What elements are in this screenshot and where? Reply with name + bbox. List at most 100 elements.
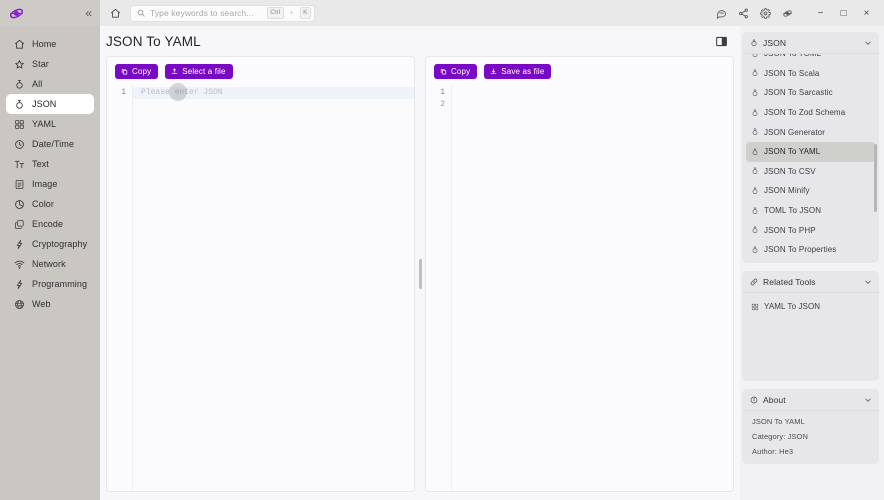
- output-code-area[interactable]: 12: [426, 85, 733, 491]
- search-placeholder: Type keywords to search...: [150, 8, 254, 18]
- sidebar-item-image[interactable]: Image: [6, 174, 94, 194]
- window-controls: − □ ×: [809, 3, 878, 24]
- sidebar-item-label: Image: [32, 179, 58, 189]
- title-bar: « Type keywords to search... Ctrl + K − …: [0, 0, 884, 26]
- app-body: Home Star All JSON YAML Date/Time Text Image Col…: [0, 26, 884, 500]
- output-line-gutter: 12: [426, 85, 452, 491]
- tool-item-json-to-php[interactable]: JSON To PHP: [746, 220, 875, 240]
- category-card-header[interactable]: JSON: [742, 32, 879, 54]
- category-tool-list-inner: JSON To TOML JSON To Scala JSON To Sarcast…: [742, 54, 879, 260]
- related-tool-yaml-to-json[interactable]: YAML To JSON: [746, 297, 875, 317]
- sidebar: Home Star All JSON YAML Date/Time Text Image Col…: [0, 26, 100, 500]
- sidebar-item-programming[interactable]: Programming: [6, 274, 94, 294]
- output-editor-panel: Copy Save as file 1 2: [425, 56, 734, 492]
- related-tool-label: YAML To JSON: [764, 302, 821, 312]
- sidebar-item-color[interactable]: Color: [6, 194, 94, 214]
- json-icon: [751, 89, 759, 97]
- he3-logo-icon[interactable]: [777, 3, 798, 23]
- about-header[interactable]: About: [742, 389, 879, 411]
- output-copy-button[interactable]: Copy: [434, 63, 478, 79]
- tool-item-json-to-toml[interactable]: JSON To TOML: [746, 54, 875, 64]
- tool-item-json-to-zod-schema[interactable]: JSON To Zod Schema: [746, 103, 875, 123]
- tool-item-json-to-sarcastic[interactable]: JSON To Sarcastic: [746, 83, 875, 103]
- search-input[interactable]: Type keywords to search... Ctrl + K: [130, 4, 315, 22]
- input-line-gutter: 1: [107, 85, 133, 491]
- json-icon: [751, 207, 759, 215]
- sidebar-item-label: All: [32, 79, 43, 89]
- editor-pair: Copy Select a file 1 Please enter JSON C…: [100, 56, 740, 492]
- tool-item-toml-to-json[interactable]: TOML To JSON: [746, 201, 875, 221]
- tool-item-json-to-yaml[interactable]: JSON To YAML: [746, 141, 875, 162]
- about-title: About: [763, 394, 786, 405]
- sidebar-item-json[interactable]: JSON: [6, 94, 94, 114]
- sidebar-item-yaml[interactable]: YAML: [6, 114, 94, 134]
- related-tools-list: YAML To JSON: [742, 293, 879, 381]
- chevron-double-left-icon[interactable]: «: [85, 7, 92, 19]
- input-editor-panel: Copy Select a file 1 Please enter JSON: [106, 56, 415, 492]
- clock-icon: [14, 139, 25, 150]
- code-icon: [14, 279, 25, 290]
- tool-item-label: JSON Generator: [764, 127, 825, 137]
- input-placeholder-line: Please enter JSON: [133, 87, 414, 99]
- category-tool-list[interactable]: JSON To TOML JSON To Scala JSON To Sarcast…: [742, 54, 879, 263]
- text-icon: [14, 159, 25, 170]
- gear-icon[interactable]: [755, 3, 776, 23]
- search-shortcut-mod: Ctrl: [266, 7, 284, 19]
- maximize-button[interactable]: □: [832, 3, 855, 24]
- feedback-icon[interactable]: [711, 3, 732, 23]
- json-icon: [751, 109, 759, 117]
- link-icon: [750, 278, 758, 286]
- json-icon: [751, 148, 759, 156]
- output-code-body[interactable]: [452, 85, 733, 491]
- panel-toggle-icon[interactable]: [712, 32, 730, 50]
- select-file-button[interactable]: Select a file: [165, 63, 233, 79]
- titlebar-icon-group: [711, 3, 798, 23]
- close-button[interactable]: ×: [855, 3, 878, 24]
- chevron-down-icon[interactable]: [864, 39, 872, 47]
- tool-item-json-minify[interactable]: JSON Minify: [746, 181, 875, 201]
- minimize-button[interactable]: −: [809, 3, 832, 24]
- sidebar-item-date-time[interactable]: Date/Time: [6, 134, 94, 154]
- key-icon: [14, 239, 25, 250]
- page-title: JSON To YAML: [106, 33, 201, 49]
- input-copy-button[interactable]: Copy: [115, 63, 159, 79]
- splitter-grip[interactable]: [418, 259, 422, 289]
- globe-icon: [14, 299, 25, 310]
- input-code-area[interactable]: 1 Please enter JSON: [107, 83, 414, 491]
- tool-list-scrollbar[interactable]: [874, 144, 877, 212]
- sidebar-item-text[interactable]: Text: [6, 154, 94, 174]
- sidebar-item-label: Encode: [32, 219, 64, 229]
- tool-item-json-generator[interactable]: JSON Generator: [746, 122, 875, 142]
- copy-icon: [121, 68, 128, 75]
- sidebar-item-web[interactable]: Web: [6, 294, 94, 314]
- sidebar-item-encode[interactable]: Encode: [6, 214, 94, 234]
- save-as-file-button[interactable]: Save as file: [484, 63, 552, 79]
- chevron-down-icon[interactable]: [864, 278, 872, 286]
- upload-icon: [171, 67, 178, 75]
- json-icon: [751, 187, 759, 195]
- sidebar-item-all[interactable]: All: [6, 74, 94, 94]
- editor-splitter[interactable]: [415, 56, 425, 492]
- sidebar-item-cryptography[interactable]: Cryptography: [6, 234, 94, 254]
- sidebar-item-label: Web: [32, 299, 51, 309]
- json-icon: [751, 226, 759, 234]
- about-body: JSON To YAML Category: JSON Author: He3: [742, 411, 879, 464]
- sidebar-item-network[interactable]: Network: [6, 254, 94, 274]
- tool-item-label: JSON To YAML: [764, 147, 821, 157]
- yaml-icon: [14, 119, 25, 130]
- json-icon: [751, 69, 759, 77]
- home-icon[interactable]: [104, 3, 126, 23]
- tool-item-json-to-properties[interactable]: JSON To Properties: [746, 240, 875, 260]
- sidebar-item-home[interactable]: Home: [6, 34, 94, 54]
- sidebar-item-star[interactable]: Star: [6, 54, 94, 74]
- tool-item-json-to-csv[interactable]: JSON To CSV: [746, 162, 875, 182]
- share-icon[interactable]: [733, 3, 754, 23]
- about-line-1: Category: JSON: [752, 432, 809, 441]
- input-line-number-1: 1: [121, 88, 126, 97]
- related-tools-header[interactable]: Related Tools: [742, 271, 879, 293]
- chevron-down-icon[interactable]: [864, 396, 872, 404]
- wifi-icon: [14, 259, 25, 270]
- tool-item-label: JSON To TOML: [764, 54, 821, 58]
- tool-item-json-to-scala[interactable]: JSON To Scala: [746, 64, 875, 84]
- input-code-body[interactable]: Please enter JSON: [133, 83, 414, 491]
